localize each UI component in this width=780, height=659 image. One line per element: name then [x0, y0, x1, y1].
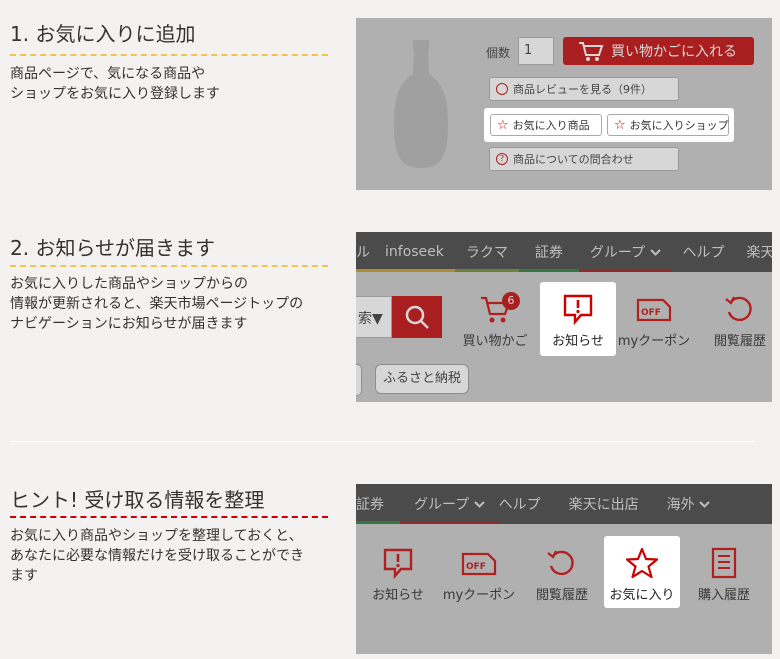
- section1-divider: [10, 54, 328, 56]
- section2-title: 2. お知らせが届きます: [10, 236, 216, 260]
- purchase-history-nav-label: 購入履歴: [697, 588, 750, 603]
- star-icon: [625, 547, 659, 579]
- coupon-nav-label: myクーポン: [442, 588, 516, 603]
- bottle-image: [394, 40, 448, 168]
- history-nav-button[interactable]: 閲覧履歴: [524, 546, 600, 603]
- nav-item-rakuten[interactable]: 楽天: [736, 232, 772, 272]
- chat-icon: [496, 83, 508, 95]
- nav-item-securities[interactable]: 証券: [518, 232, 579, 272]
- nav-item-group[interactable]: グループ: [400, 484, 499, 524]
- section2-desc-line: 情報が更新されると、楽天市場ページトップの: [10, 296, 304, 312]
- furusato-chip[interactable]: ふるさと納税: [375, 364, 469, 394]
- section1-desc-line: 商品ページで、気になる商品や: [10, 66, 206, 82]
- section3-divider: [10, 516, 328, 518]
- favorites-nav-button[interactable]: お気に入り: [604, 546, 680, 603]
- qty-input[interactable]: 1: [518, 37, 554, 65]
- chevron-down-icon: [699, 500, 710, 508]
- star-icon: ☆: [497, 117, 509, 133]
- cart-icon: [579, 42, 604, 61]
- svg-text:OFF: OFF: [466, 562, 486, 572]
- qty-label: 個数: [486, 46, 511, 60]
- prev-chip[interactable]: [356, 364, 362, 396]
- review-button-label: 商品レビューを見る（9件）: [513, 83, 652, 96]
- section2-description: お気に入りした商品やショップからの 情報が更新されると、楽天市場ページトップの …: [10, 274, 303, 334]
- section3-title: ヒント! 受け取る情報を整理: [10, 488, 265, 512]
- notice-nav-button[interactable]: お知らせ: [540, 292, 616, 349]
- history-icon: [725, 296, 752, 322]
- nav-item-open-shop[interactable]: 楽天に出店: [555, 484, 653, 524]
- top-nav: 証券 グループ ヘルプ 楽天に出店 海外: [356, 484, 772, 524]
- section2-divider: [10, 265, 328, 267]
- favorite-shop-label: お気に入りショップ: [629, 119, 729, 132]
- cart-nav-button[interactable]: 6 買い物かご: [452, 292, 538, 349]
- svg-text:OFF: OFF: [641, 308, 661, 318]
- section1-title: 1. お気に入りに追加: [10, 22, 196, 46]
- search-icon: [405, 305, 429, 329]
- section3-desc-line: お気に入り商品やショップを整理しておくと、: [10, 528, 303, 544]
- nav-item-infoseek[interactable]: infoseek: [374, 232, 455, 272]
- coupon-icon: OFF: [636, 298, 672, 322]
- section-separator: [10, 441, 754, 442]
- favorite-shop-button[interactable]: ☆ お気に入りショップ: [607, 114, 729, 136]
- history-nav-button[interactable]: 閲覧履歴: [702, 292, 772, 349]
- review-button[interactable]: 商品レビューを見る（9件）: [489, 77, 679, 101]
- nav-item[interactable]: ル: [356, 232, 374, 272]
- notice-nav-label: お知らせ: [552, 334, 604, 349]
- section2-desc-line: ナビゲーションにお知らせが届きます: [10, 316, 248, 332]
- header-screenshot-notice: ル infoseek ラクマ 証券 グループ ヘルプ 楽天 索▼ 6 買い物かご…: [356, 232, 772, 402]
- cart-nav-label: 買い物かご: [462, 334, 528, 349]
- history-nav-label: 閲覧履歴: [535, 588, 588, 603]
- favorite-item-button[interactable]: ☆ お気に入り商品: [490, 114, 602, 136]
- search-button[interactable]: [392, 296, 442, 338]
- nav-item-group[interactable]: グループ: [578, 232, 672, 272]
- receipt-icon: [711, 547, 737, 579]
- notice-nav-button[interactable]: お知らせ: [360, 546, 436, 603]
- inquiry-button-label: 商品についての問合わせ: [513, 153, 634, 166]
- history-nav-label: 閲覧履歴: [713, 334, 766, 349]
- section3-desc-line: ます: [10, 568, 38, 584]
- section2-desc-line: お気に入りした商品やショップからの: [10, 276, 248, 292]
- nav-item-securities[interactable]: 証券: [356, 484, 400, 524]
- top-nav: ル infoseek ラクマ 証券 グループ ヘルプ 楽天: [356, 232, 772, 272]
- nav-item-help[interactable]: ヘルプ: [499, 484, 555, 524]
- chevron-down-icon: [473, 500, 485, 508]
- coupon-icon: OFF: [461, 552, 497, 576]
- question-icon: ?: [496, 153, 508, 165]
- coupon-nav-button[interactable]: OFF myクーポン: [438, 546, 520, 603]
- nav-item-help[interactable]: ヘルプ: [672, 232, 736, 272]
- section1-description: 商品ページで、気になる商品や ショップをお気に入り登録します: [10, 64, 220, 104]
- favorites-nav-label: お気に入り: [609, 588, 675, 603]
- favorite-item-label: お気に入り商品: [512, 119, 590, 132]
- purchase-history-nav-button[interactable]: 購入履歴: [686, 546, 762, 603]
- header-screenshot-favorites: 証券 グループ ヘルプ 楽天に出店 海外 お知らせ OFF myクーポン 閲覧履…: [356, 484, 772, 654]
- section3-description: お気に入り商品やショップを整理しておくと、 あなたに必要な情報だけを受け取ること…: [10, 526, 304, 586]
- coupon-nav-button[interactable]: OFF myクーポン: [614, 292, 694, 349]
- notice-icon: [563, 294, 593, 326]
- cart-count-badge: 6: [502, 292, 520, 310]
- nav-item-rakuma[interactable]: ラクマ: [454, 232, 519, 272]
- add-to-cart-label: 買い物かごに入れる: [611, 44, 737, 60]
- nav-item-overseas[interactable]: 海外: [653, 484, 724, 524]
- coupon-nav-label: myクーポン: [617, 334, 691, 349]
- notice-icon: [383, 548, 413, 580]
- inquiry-button[interactable]: ? 商品についての問合わせ: [489, 147, 679, 171]
- search-category-select[interactable]: 索▼: [356, 296, 392, 338]
- section1-desc-line: ショップをお気に入り登録します: [10, 86, 220, 102]
- notice-nav-label: お知らせ: [372, 588, 424, 603]
- section3-desc-line: あなたに必要な情報だけを受け取ることができ: [10, 548, 304, 564]
- chevron-down-icon: [649, 248, 661, 256]
- add-to-cart-button[interactable]: 買い物かごに入れる: [563, 37, 754, 65]
- history-icon: [547, 550, 574, 576]
- product-page-screenshot: 個数 1 買い物かごに入れる 商品レビューを見る（9件） ? 商品についての問合…: [356, 18, 772, 190]
- star-icon: ☆: [614, 117, 626, 133]
